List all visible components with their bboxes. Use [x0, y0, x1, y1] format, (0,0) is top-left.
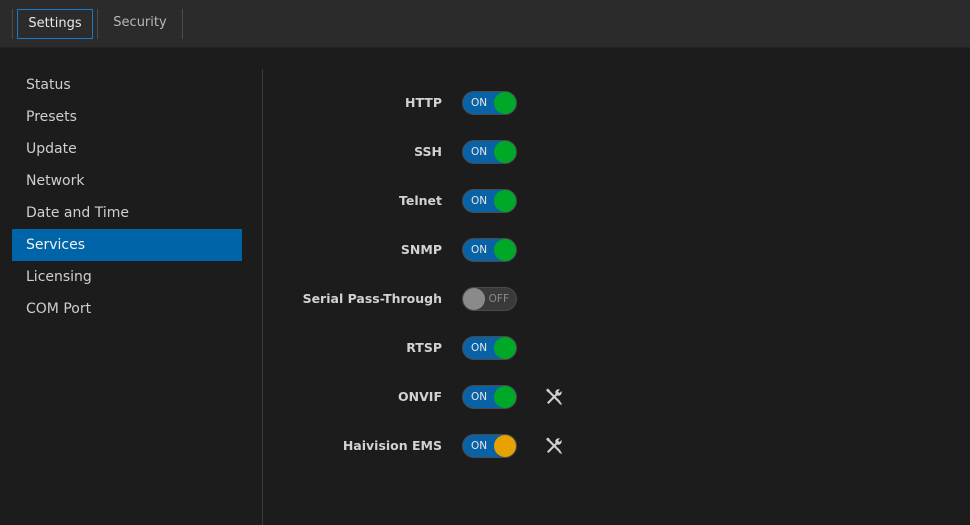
toggle-state-text: ON — [471, 97, 488, 109]
toggle-http[interactable]: ON — [462, 91, 517, 115]
tab-settings[interactable]: Settings — [17, 9, 93, 39]
service-label: ONVIF — [398, 389, 442, 404]
top-tab-bar: Settings Security — [0, 0, 970, 48]
toggle-state-text: ON — [471, 244, 488, 256]
toggle-state-text: OFF — [488, 293, 509, 305]
toggle-knob — [494, 386, 516, 408]
tab-divider — [97, 9, 98, 39]
service-label: Serial Pass-Through — [302, 291, 442, 306]
service-label: Telnet — [399, 193, 442, 208]
toggle-knob — [494, 92, 516, 114]
service-row-telnet: Telnet ON — [270, 189, 590, 238]
toggle-state-text: ON — [471, 195, 488, 207]
service-row-haivision-ems: Haivision EMS ON — [270, 434, 590, 483]
sidebar-item-presets[interactable]: Presets — [12, 101, 242, 133]
service-label: RTSP — [406, 340, 442, 355]
toggle-knob — [494, 141, 516, 163]
toggle-knob — [494, 435, 516, 457]
toggle-onvif[interactable]: ON — [462, 385, 517, 409]
sidebar-divider — [262, 69, 263, 525]
toggle-knob — [494, 239, 516, 261]
wrench-screwdriver-icon[interactable] — [544, 436, 564, 456]
toggle-knob — [494, 190, 516, 212]
toggle-serial-pass-through[interactable]: OFF — [462, 287, 517, 311]
settings-sidebar: Status Presets Update Network Date and T… — [12, 69, 242, 325]
sidebar-item-licensing[interactable]: Licensing — [12, 261, 242, 293]
sidebar-item-network[interactable]: Network — [12, 165, 242, 197]
sidebar-item-update[interactable]: Update — [12, 133, 242, 165]
service-row-snmp: SNMP ON — [270, 238, 590, 287]
toggle-haivision-ems[interactable]: ON — [462, 434, 517, 458]
toggle-knob — [463, 288, 485, 310]
sidebar-item-status[interactable]: Status — [12, 69, 242, 101]
sidebar-item-com-port[interactable]: COM Port — [12, 293, 242, 325]
services-list: HTTP ON SSH ON Telnet ON SNMP ON Serial … — [270, 91, 590, 483]
toggle-ssh[interactable]: ON — [462, 140, 517, 164]
service-label: HTTP — [405, 95, 442, 110]
service-row-onvif: ONVIF ON — [270, 385, 590, 434]
toggle-telnet[interactable]: ON — [462, 189, 517, 213]
service-label: SSH — [414, 144, 442, 159]
toggle-state-text: ON — [471, 146, 488, 158]
sidebar-item-services[interactable]: Services — [12, 229, 242, 261]
service-row-http: HTTP ON — [270, 91, 590, 140]
toggle-knob — [494, 337, 516, 359]
toggle-state-text: ON — [471, 342, 488, 354]
toggle-state-text: ON — [471, 391, 488, 403]
wrench-screwdriver-icon[interactable] — [544, 387, 564, 407]
tab-divider — [12, 9, 13, 39]
tab-divider — [182, 9, 183, 39]
toggle-state-text: ON — [471, 440, 488, 452]
service-row-serial-pass-through: Serial Pass-Through OFF — [270, 287, 590, 336]
service-row-rtsp: RTSP ON — [270, 336, 590, 385]
service-row-ssh: SSH ON — [270, 140, 590, 189]
sidebar-item-date-and-time[interactable]: Date and Time — [12, 197, 242, 229]
service-label: SNMP — [400, 242, 442, 257]
toggle-rtsp[interactable]: ON — [462, 336, 517, 360]
tab-security[interactable]: Security — [100, 9, 180, 39]
toggle-snmp[interactable]: ON — [462, 238, 517, 262]
service-label: Haivision EMS — [342, 438, 442, 453]
